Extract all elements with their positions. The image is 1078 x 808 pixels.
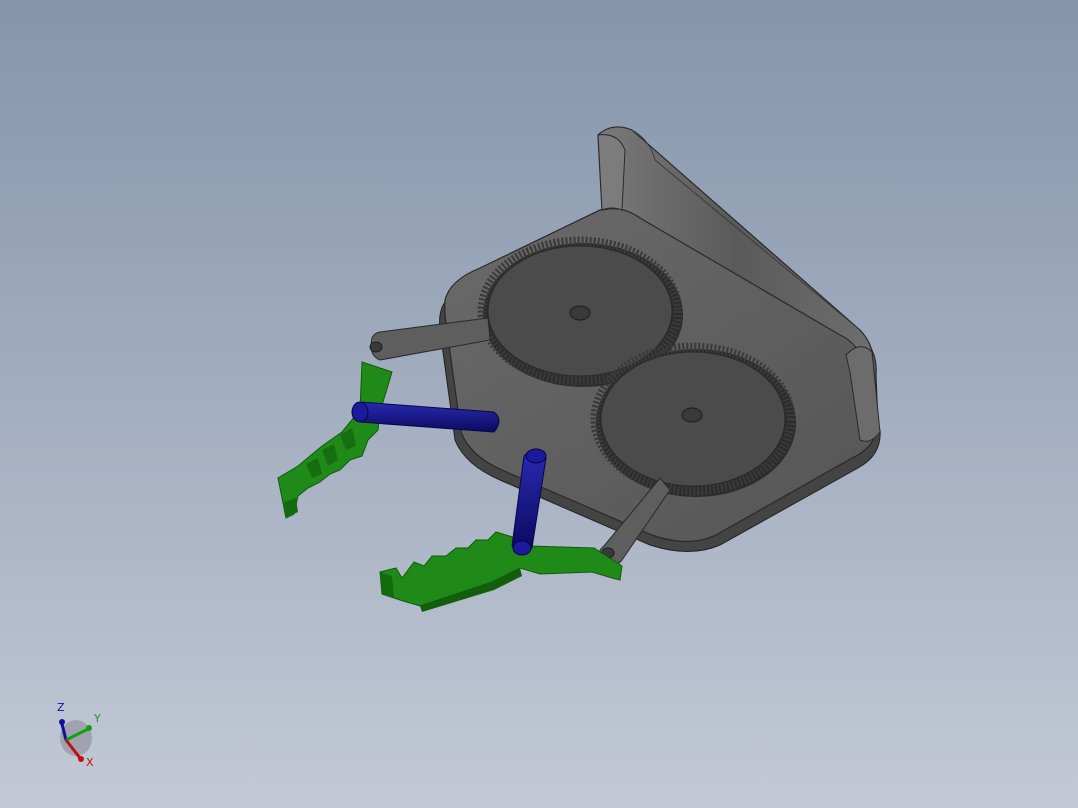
reference-triad[interactable]: Z Y X [44,696,114,776]
jaw-lower[interactable] [379,531,623,612]
x-axis-tip [78,756,84,762]
y-axis-tip [86,725,92,731]
gear-upper-bore [569,305,591,321]
z-axis-label: Z [57,701,65,714]
graphics-viewport[interactable]: Z Y X [0,0,1078,808]
x-axis-label: X [86,756,94,769]
gear-lower-bore [681,407,703,423]
jaw-upper[interactable] [277,361,393,519]
z-axis-tip [59,719,65,725]
cad-model-scene[interactable] [0,0,1078,808]
y-axis-label: Y [93,712,101,725]
